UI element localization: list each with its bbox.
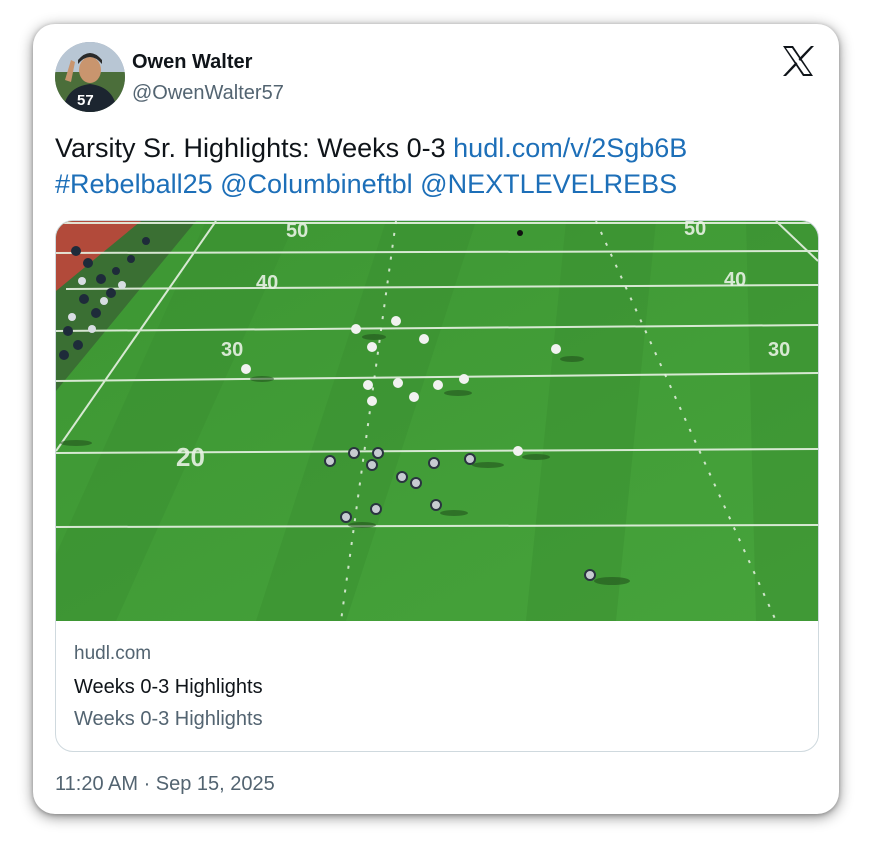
svg-text:40: 40 bbox=[724, 269, 746, 291]
display-name[interactable]: Owen Walter bbox=[132, 51, 252, 74]
svg-text:40: 40 bbox=[256, 272, 278, 294]
link-card-description: Weeks 0-3 Highlights bbox=[74, 708, 263, 730]
tweet-link[interactable]: hudl.com/v/2Sgb6B bbox=[453, 133, 687, 163]
hashtag-link[interactable]: #Rebelball25 bbox=[55, 169, 213, 199]
svg-text:50: 50 bbox=[286, 221, 308, 242]
mention-link-nextlevel[interactable]: @NEXTLEVELREBS bbox=[420, 169, 677, 199]
svg-text:57: 57 bbox=[77, 92, 94, 109]
avatar[interactable]: 57 bbox=[55, 42, 125, 112]
svg-text:30: 30 bbox=[221, 339, 243, 361]
tweet-text: Varsity Sr. Highlights: Weeks 0-3 hudl.c… bbox=[55, 130, 815, 202]
timestamp[interactable]: 11:20 AM · Sep 15, 2025 bbox=[55, 773, 275, 796]
svg-text:20: 20 bbox=[176, 442, 205, 472]
mention-link-columbine[interactable]: @Columbineftbl bbox=[220, 169, 413, 199]
link-card-domain: hudl.com bbox=[74, 643, 152, 664]
tweet-text-prefix: Varsity Sr. Highlights: Weeks 0-3 bbox=[55, 133, 454, 163]
video-thumbnail[interactable]: 50 40 30 20 30 40 50 bbox=[56, 221, 818, 621]
x-logo-icon[interactable] bbox=[781, 44, 815, 78]
svg-text:50: 50 bbox=[684, 221, 706, 240]
link-card-title: Weeks 0-3 Highlights bbox=[74, 676, 263, 698]
user-handle[interactable]: @OwenWalter57 bbox=[132, 82, 284, 105]
link-preview-card[interactable]: 50 40 30 20 30 40 50 hudl.com Weeks 0-3 … bbox=[55, 220, 819, 752]
tweet-card: 57 Owen Walter @OwenWalter57 Varsity Sr.… bbox=[33, 24, 839, 814]
svg-text:30: 30 bbox=[768, 339, 790, 361]
